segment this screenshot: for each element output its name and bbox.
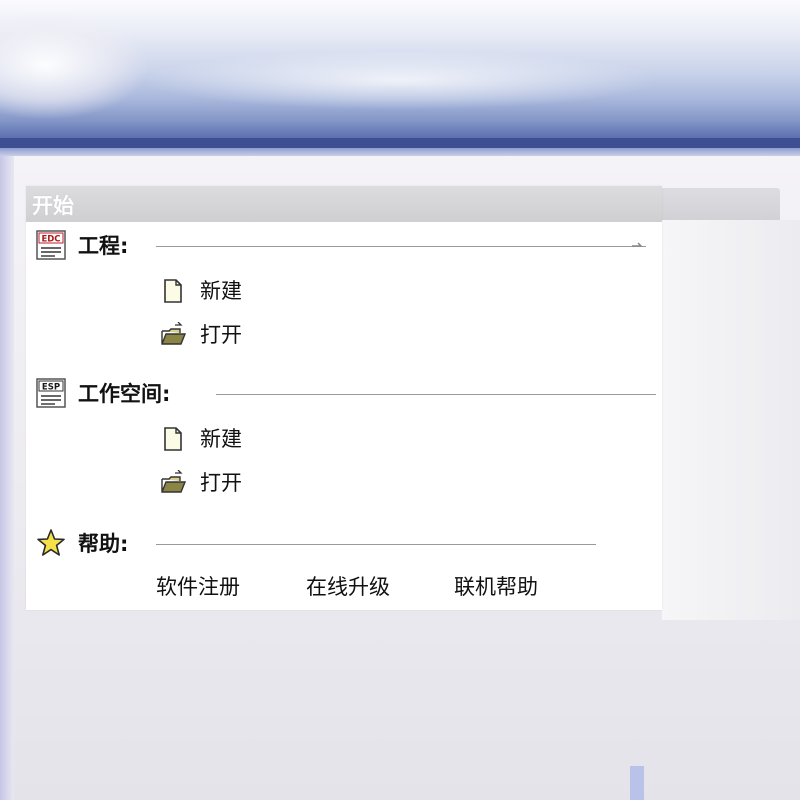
workspace-new-label: 新建 bbox=[200, 427, 242, 451]
online-help-link[interactable]: 联机帮助 bbox=[454, 572, 538, 602]
new-file-icon bbox=[164, 427, 182, 451]
left-edge-shade bbox=[0, 156, 14, 800]
help-section-header: 帮助: bbox=[26, 528, 662, 560]
star-icon bbox=[37, 529, 65, 556]
desktop-sky-background bbox=[0, 0, 800, 150]
project-open-label: 打开 bbox=[200, 323, 242, 347]
start-panel: 开始 EDC 工程: 新建 打开 ESP 工作空间: 新建 打开 帮助: 软件注… bbox=[26, 186, 662, 610]
section-divider bbox=[156, 246, 646, 247]
section-divider bbox=[216, 394, 656, 395]
arrow-right-icon bbox=[632, 242, 643, 247]
project-section-title: 工程: bbox=[78, 234, 129, 258]
new-file-icon bbox=[164, 279, 182, 303]
esp-workspace-icon: ESP bbox=[36, 378, 66, 408]
cloud-decoration bbox=[140, 50, 660, 110]
section-divider bbox=[156, 544, 596, 545]
workspace-open-label: 打开 bbox=[200, 471, 242, 495]
help-section-title: 帮助: bbox=[78, 532, 129, 556]
open-folder-icon bbox=[161, 470, 186, 493]
window-border bbox=[0, 148, 800, 156]
edc-icon-text: EDC bbox=[41, 235, 60, 245]
project-section-header: EDC 工程: bbox=[26, 230, 662, 262]
bottom-scroll-marker bbox=[630, 766, 644, 800]
workspace-section-title: 工作空间: bbox=[78, 382, 171, 406]
esp-icon-text: ESP bbox=[42, 383, 60, 393]
start-panel-title: 开始 bbox=[32, 193, 74, 218]
window-title-band bbox=[0, 138, 800, 148]
project-new-label: 新建 bbox=[200, 279, 242, 303]
edc-project-icon: EDC bbox=[36, 230, 66, 260]
cloud-decoration bbox=[0, 10, 150, 120]
workspace-section-header: ESP 工作空间: bbox=[26, 378, 662, 410]
start-panel-header: 开始 bbox=[26, 186, 662, 222]
online-upgrade-link[interactable]: 在线升级 bbox=[306, 572, 390, 602]
right-side-pane bbox=[662, 220, 800, 620]
open-folder-icon bbox=[161, 322, 186, 345]
software-register-link[interactable]: 软件注册 bbox=[156, 572, 240, 602]
right-panel-tab[interactable] bbox=[660, 188, 780, 220]
